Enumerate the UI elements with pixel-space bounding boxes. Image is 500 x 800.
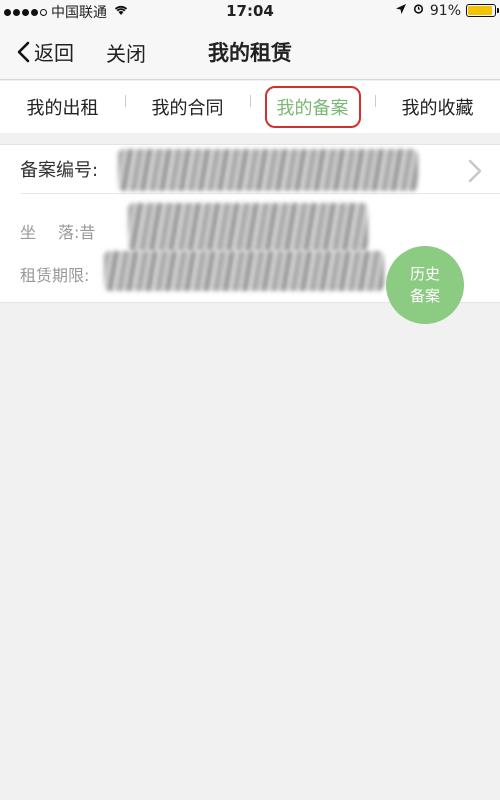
redacted-record-number: [118, 149, 418, 191]
lease-period-row: 租赁期限:: [20, 262, 89, 286]
chevron-right-icon: [468, 159, 482, 188]
location-arrow-icon: [395, 3, 407, 19]
redacted-lease-period: [104, 251, 384, 291]
battery-level: [468, 6, 492, 15]
battery-percent: 91%: [429, 2, 461, 19]
tab-my-records[interactable]: 我的备案: [250, 81, 375, 133]
tab-my-rentals[interactable]: 我的出租: [0, 81, 125, 133]
fab-line: 历史: [409, 265, 440, 283]
tab-label: 我的收藏: [401, 98, 474, 119]
lease-period-label: 租赁期限:: [20, 266, 90, 285]
tab-label: 我的出租: [26, 98, 99, 119]
tab-my-contracts[interactable]: 我的合同: [125, 81, 250, 133]
location-row: 坐落:昔: [20, 219, 95, 243]
redacted-location: [128, 203, 368, 251]
tab-my-favorites[interactable]: 我的收藏: [375, 81, 500, 133]
record-number-label: 备案编号:: [20, 160, 99, 181]
status-bar: 中国联通 17:04 91%: [0, 0, 500, 22]
tab-label-highlighted: 我的备案: [264, 86, 361, 128]
battery-icon: [466, 4, 499, 17]
nav-bar: 返回 关闭 我的租赁: [0, 22, 500, 80]
tab-label: 我的合同: [151, 98, 224, 119]
fab-line: 备案: [409, 287, 440, 305]
location-value: 昔: [79, 223, 96, 242]
location-label-part: 落:: [58, 223, 80, 242]
status-right: 91%: [395, 2, 499, 19]
location-label-part: 坐: [20, 223, 59, 242]
history-records-button[interactable]: 历史 备案: [386, 246, 464, 324]
alarm-icon: [412, 2, 425, 19]
tab-bar: 我的出租 我的合同 我的备案 我的收藏: [0, 81, 500, 133]
page-title: 我的租赁: [208, 41, 292, 65]
